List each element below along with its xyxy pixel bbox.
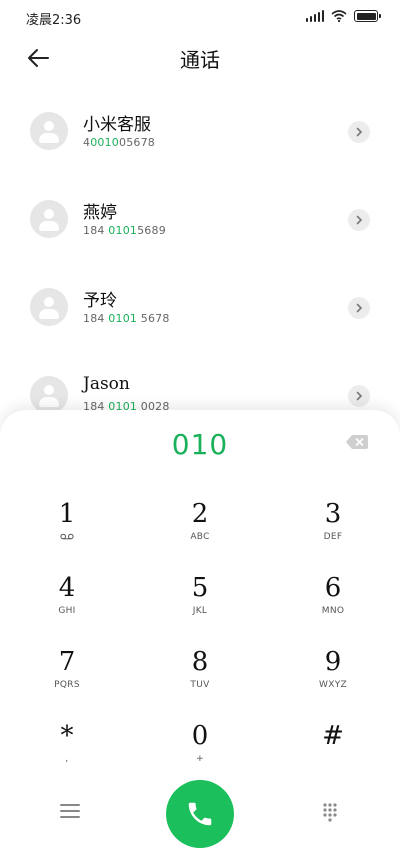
key-3[interactable]: 3 DEF	[283, 498, 383, 560]
wifi-icon	[331, 10, 347, 22]
chevron-right-icon	[356, 303, 363, 313]
contact-row[interactable]: 小米客服 4001005678	[0, 88, 400, 176]
key-0[interactable]: 0 +	[150, 720, 250, 782]
contact-number: 184 01015689	[83, 224, 166, 237]
contact-row[interactable]: 予玲 184 0101 5678	[0, 264, 400, 352]
key-9[interactable]: 9 WXYZ	[283, 646, 383, 708]
menu-icon[interactable]	[60, 804, 80, 822]
phone-icon	[188, 802, 212, 826]
avatar	[30, 200, 68, 238]
contact-name: 燕婷	[83, 203, 117, 223]
battery-icon	[354, 10, 381, 22]
key-2[interactable]: 2 ABC	[150, 498, 250, 560]
chevron-right-icon	[356, 215, 363, 225]
key-hash[interactable]: #	[283, 720, 383, 782]
status-icons	[305, 10, 381, 22]
key-8[interactable]: 8 TUV	[150, 646, 250, 708]
contact-detail-button[interactable]	[348, 121, 370, 143]
contact-number: 184 0101 5678	[83, 312, 170, 325]
key-5[interactable]: 5 JKL	[150, 572, 250, 634]
page-title: 通话	[180, 48, 220, 72]
dialed-number: 010	[171, 428, 229, 461]
avatar	[30, 288, 68, 326]
number-match: 0101	[108, 312, 138, 325]
header: 通话	[0, 34, 400, 82]
signal-icon	[305, 10, 324, 22]
contact-detail-button[interactable]	[348, 385, 370, 407]
key-7[interactable]: 7 PQRS	[17, 646, 117, 708]
backspace-icon[interactable]	[346, 435, 368, 449]
contact-detail-button[interactable]	[348, 297, 370, 319]
chevron-right-icon	[356, 391, 363, 401]
dialpad-icon[interactable]	[320, 802, 340, 822]
contact-name: 予玲	[83, 291, 117, 311]
key-star[interactable]: *,	[17, 720, 117, 782]
bottom-action-bar	[0, 780, 400, 850]
status-time: 凌晨2:36	[26, 13, 82, 28]
key-6[interactable]: 6 MNO	[283, 572, 383, 634]
avatar	[30, 376, 68, 414]
contact-row[interactable]: 燕婷 184 01015689	[0, 176, 400, 264]
key-1[interactable]: 1	[17, 498, 117, 560]
number-match: 0101	[108, 224, 138, 237]
call-button[interactable]	[166, 780, 234, 848]
contact-name: Jason	[83, 374, 130, 394]
status-bar: 凌晨2:36	[0, 0, 400, 34]
contact-name: 小米客服	[83, 115, 151, 135]
number-match: 0010	[90, 136, 119, 149]
contact-number: 4001005678	[83, 136, 155, 149]
avatar	[30, 112, 68, 150]
voicemail-icon	[60, 533, 74, 540]
key-4[interactable]: 4 GHI	[17, 572, 117, 634]
contact-detail-button[interactable]	[348, 209, 370, 231]
chevron-right-icon	[356, 127, 363, 137]
